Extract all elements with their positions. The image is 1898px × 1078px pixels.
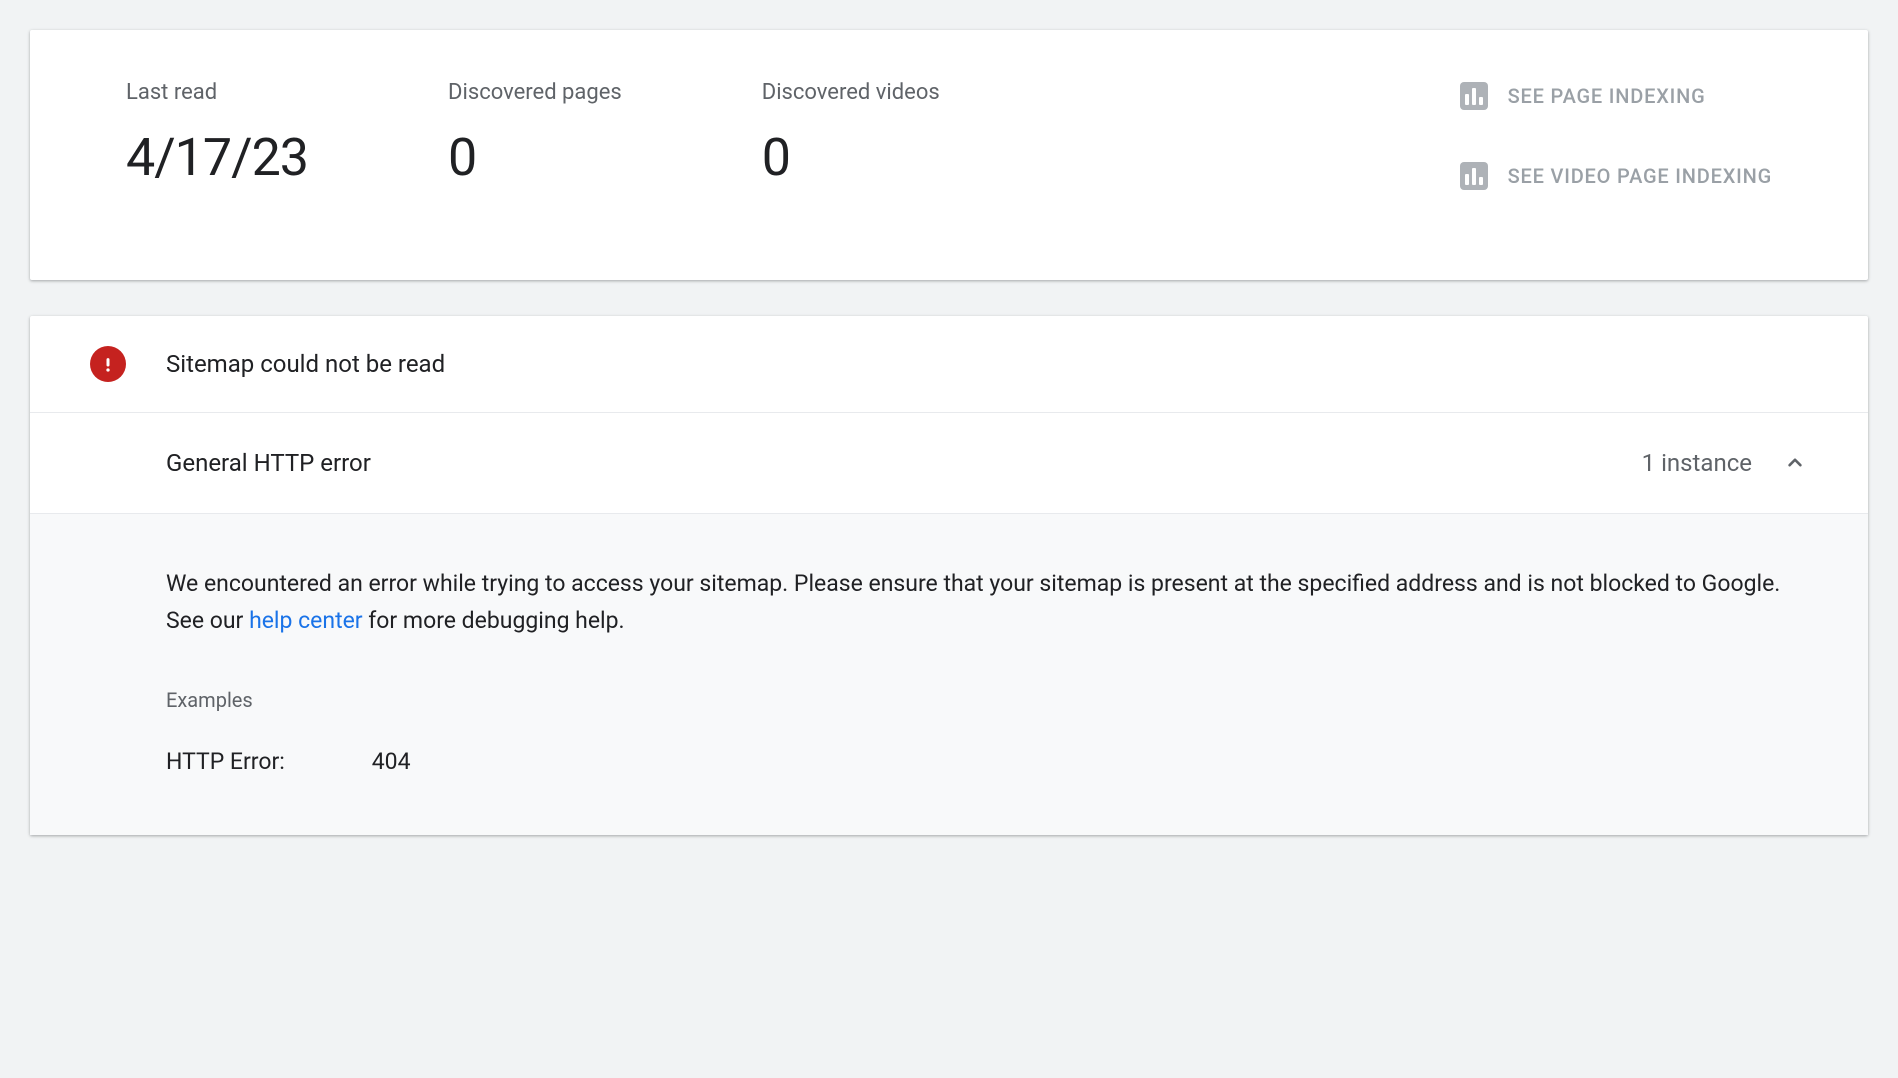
actions-group: SEE PAGE INDEXING SEE VIDEO PAGE INDEXIN… bbox=[1460, 80, 1772, 190]
error-title: Sitemap could not be read bbox=[166, 350, 445, 378]
summary-card: Last read 4/17/23 Discovered pages 0 Dis… bbox=[30, 30, 1868, 280]
help-center-link[interactable]: help center bbox=[249, 607, 363, 634]
desc-post: for more debugging help. bbox=[363, 607, 625, 634]
error-icon bbox=[90, 346, 126, 382]
stat-discovered-pages: Discovered pages 0 bbox=[448, 80, 622, 190]
see-video-indexing-button[interactable]: SEE VIDEO PAGE INDEXING bbox=[1460, 162, 1772, 190]
stat-label: Discovered pages bbox=[448, 80, 622, 105]
error-type-label: General HTTP error bbox=[166, 449, 371, 477]
stat-label: Discovered videos bbox=[762, 80, 940, 105]
bar-chart-icon bbox=[1460, 162, 1488, 190]
example-value: 404 bbox=[372, 748, 411, 775]
error-type-row[interactable]: General HTTP error 1 instance bbox=[30, 413, 1868, 514]
bar-chart-icon bbox=[1460, 82, 1488, 110]
error-header: Sitemap could not be read bbox=[30, 316, 1868, 413]
stat-value: 0 bbox=[448, 127, 622, 188]
see-page-indexing-button[interactable]: SEE PAGE INDEXING bbox=[1460, 82, 1772, 110]
example-row: HTTP Error: 404 bbox=[166, 748, 1808, 775]
stat-discovered-videos: Discovered videos 0 bbox=[762, 80, 940, 190]
stat-label: Last read bbox=[126, 80, 308, 105]
error-detail: We encountered an error while trying to … bbox=[30, 514, 1868, 835]
stats-group: Last read 4/17/23 Discovered pages 0 Dis… bbox=[126, 80, 940, 190]
stat-last-read: Last read 4/17/23 bbox=[126, 80, 308, 190]
chevron-up-icon bbox=[1782, 450, 1808, 476]
instance-count: 1 instance bbox=[1642, 449, 1752, 477]
error-description: We encountered an error while trying to … bbox=[166, 566, 1808, 640]
examples-label: Examples bbox=[166, 688, 1808, 712]
action-label: SEE VIDEO PAGE INDEXING bbox=[1508, 164, 1772, 188]
action-label: SEE PAGE INDEXING bbox=[1508, 84, 1706, 108]
example-key: HTTP Error: bbox=[166, 748, 366, 775]
error-card: Sitemap could not be read General HTTP e… bbox=[30, 316, 1868, 835]
stat-value: 4/17/23 bbox=[126, 127, 308, 188]
stat-value: 0 bbox=[762, 127, 940, 188]
